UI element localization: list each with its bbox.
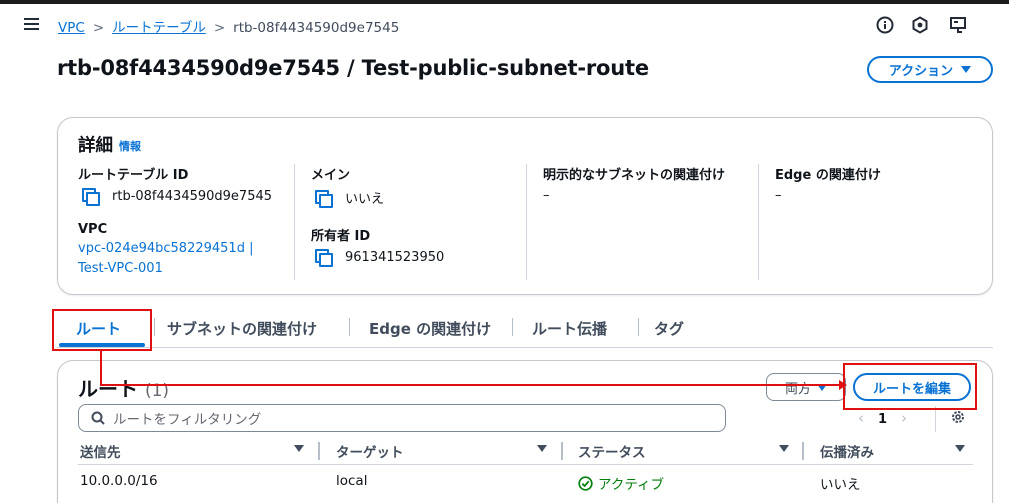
vpc-label: VPC xyxy=(78,222,108,237)
edge-association-label: Edge の関連付け xyxy=(775,168,881,183)
vpc-link[interactable]: vpc-024e94bc58229451d | Test-VPC-001 xyxy=(78,239,272,279)
explicit-subnet-value: – xyxy=(543,188,550,203)
hexagon-settings-icon[interactable] xyxy=(911,16,929,38)
column-resizer[interactable] xyxy=(561,442,563,460)
explicit-subnet-label: 明示的なサブネットの関連付け xyxy=(543,168,726,183)
tab-separator xyxy=(512,318,513,336)
owner-id-text: 961341523950 xyxy=(345,249,445,265)
column-divider xyxy=(526,164,527,280)
sort-caret-icon[interactable] xyxy=(294,445,304,452)
route-table-id-text: rtb-08f4434590d9e7545 xyxy=(112,188,273,204)
details-card: 詳細 情報 ルートテーブル ID rtb-08f4434590d9e7545 VP… xyxy=(57,117,993,295)
details-title: 詳細 xyxy=(78,136,113,156)
edge-association-value: – xyxy=(775,188,782,203)
details-column-4: Edge の関連付け – xyxy=(775,164,881,203)
breadcrumb-separator: > xyxy=(213,20,226,36)
annotation-arrow-line xyxy=(100,350,102,386)
column-header-target[interactable]: ターゲット xyxy=(336,441,404,461)
caret-down-icon xyxy=(961,66,972,73)
breadcrumb-bar: VPC > ルートテーブル > rtb-08f4434590d9e7545 xyxy=(0,4,1009,44)
copy-icon[interactable] xyxy=(315,189,333,208)
breadcrumb-route-tables[interactable]: ルートテーブル xyxy=(112,20,206,36)
vpc-link-line1: vpc-024e94bc58229451d | xyxy=(78,241,254,256)
info-link[interactable]: 情報 xyxy=(119,140,141,153)
breadcrumb-current: rtb-08f4434590d9e7545 xyxy=(233,20,400,36)
details-column-1: ルートテーブル ID rtb-08f4434590d9e7545 VPC vpc… xyxy=(78,164,272,279)
status-text: アクティブ xyxy=(598,477,665,493)
tab-edge-associations[interactable]: Edge の関連付け xyxy=(369,318,491,339)
route-filter-input[interactable]: ルートをフィルタリング xyxy=(78,404,726,432)
sort-caret-icon[interactable] xyxy=(537,445,547,452)
column-divider xyxy=(294,164,295,280)
sort-caret-icon[interactable] xyxy=(779,445,789,452)
details-heading: 詳細 情報 xyxy=(78,132,141,157)
filter-select-value: 両方 xyxy=(784,381,811,397)
tab-separator xyxy=(638,318,639,336)
actions-button-label: アクション xyxy=(888,64,954,79)
page-number[interactable]: 1 xyxy=(878,412,887,427)
prev-page-icon[interactable]: ‹ xyxy=(858,409,864,427)
route-table-id-value: rtb-08f4434590d9e7545 xyxy=(78,188,273,206)
copy-icon[interactable] xyxy=(315,249,333,267)
main-value: いいえ xyxy=(311,188,444,208)
tab-separator xyxy=(349,318,350,336)
routes-title: ルート xyxy=(78,377,138,401)
main-value-text: いいえ xyxy=(345,192,385,207)
table-header: 送信先 ターゲット ステータス 伝播済み xyxy=(78,441,973,465)
details-column-2: メイン いいえ 所有者 ID 961341523950 xyxy=(311,164,445,267)
annotation-arrow-line xyxy=(102,384,842,386)
tab-route-propagation[interactable]: ルート伝播 xyxy=(532,318,607,339)
next-page-icon[interactable]: › xyxy=(901,409,907,427)
details-column-3: 明示的なサブネットの関連付け – xyxy=(543,164,725,203)
column-resizer[interactable] xyxy=(802,442,804,460)
sort-caret-icon[interactable] xyxy=(955,445,965,452)
cell-status: アクティブ xyxy=(578,473,664,493)
cell-destination: 10.0.0.0/16 xyxy=(80,473,158,489)
tab-separator xyxy=(154,318,155,336)
tab-bar: ルート サブネットの関連付け Edge の関連付け ルート伝播 タグ xyxy=(57,312,993,348)
info-icon[interactable] xyxy=(876,16,894,38)
gear-icon[interactable] xyxy=(950,409,966,429)
route-table-id-label: ルートテーブル ID xyxy=(78,168,189,183)
column-header-propagated[interactable]: 伝播済み xyxy=(820,441,874,461)
owner-id-label: 所有者 ID xyxy=(311,229,371,244)
column-divider xyxy=(758,164,759,280)
highlight-box-routes-tab xyxy=(52,309,152,351)
pagination: ‹ 1 › xyxy=(858,409,921,427)
column-header-status[interactable]: ステータス xyxy=(578,441,646,461)
column-header-destination[interactable]: 送信先 xyxy=(80,441,121,461)
tab-subnet-associations[interactable]: サブネットの関連付け xyxy=(167,318,317,339)
filter-select[interactable]: 両方 xyxy=(766,373,846,401)
search-placeholder: ルートをフィルタリング xyxy=(113,412,262,428)
tab-tags[interactable]: タグ xyxy=(654,318,684,339)
cell-propagated: いいえ xyxy=(820,477,861,493)
actions-button[interactable]: アクション xyxy=(867,56,993,83)
breadcrumb: VPC > ルートテーブル > rtb-08f4434590d9e7545 xyxy=(58,16,399,36)
breadcrumb-separator: > xyxy=(92,20,105,36)
annotation-arrow-head xyxy=(839,380,847,390)
vpc-link-line2: Test-VPC-001 xyxy=(78,261,163,276)
page-title: rtb-08f4434590d9e7545 / Test-public-subn… xyxy=(57,56,649,80)
routes-heading: ルート (1) xyxy=(78,373,169,402)
column-resizer[interactable] xyxy=(318,442,320,460)
check-circle-icon xyxy=(578,475,593,491)
search-icon xyxy=(91,411,105,425)
breadcrumb-vpc[interactable]: VPC xyxy=(58,20,85,36)
feedback-screen-icon[interactable] xyxy=(949,16,967,38)
hamburger-menu-icon[interactable] xyxy=(24,18,39,30)
owner-id-value: 961341523950 xyxy=(311,249,445,267)
main-label: メイン xyxy=(311,168,351,183)
cell-target: local xyxy=(336,473,368,489)
highlight-box-edit-button xyxy=(843,363,977,410)
copy-icon[interactable] xyxy=(82,188,100,206)
